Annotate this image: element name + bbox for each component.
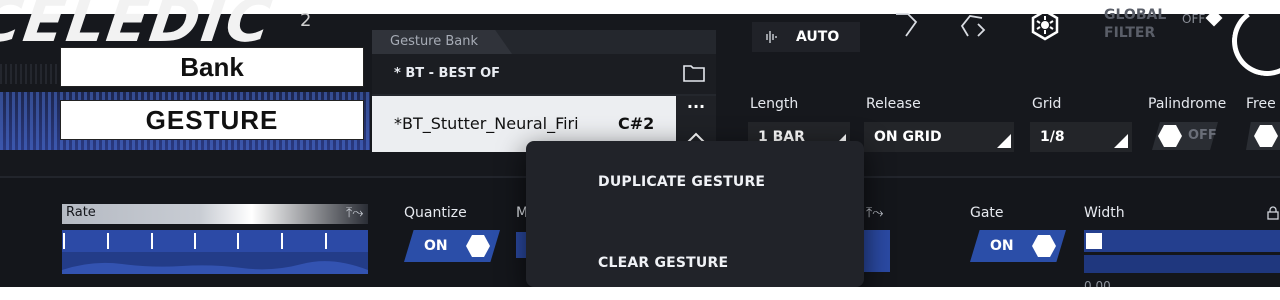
width-label: Width: [1084, 205, 1125, 221]
global-filter-state: OFF: [1182, 12, 1206, 26]
width-slider[interactable]: [1084, 230, 1280, 252]
settings-hex-icon[interactable]: [1028, 8, 1062, 42]
global-filter-line1: GLOBAL: [1104, 7, 1167, 23]
release-selector[interactable]: ON GRID: [864, 122, 1014, 152]
bottom-border: [0, 287, 1280, 300]
mod-slider-2[interactable]: [864, 230, 890, 272]
bank-selector-value: * BT - BEST OF: [394, 66, 501, 81]
quantize-state: ON: [424, 238, 448, 254]
clear-gesture-item[interactable]: CLEAR GESTURE: [598, 255, 728, 271]
release-value: ON GRID: [874, 129, 942, 145]
folder-icon[interactable]: [683, 64, 705, 82]
redo-icon[interactable]: [956, 8, 990, 42]
rate-slider[interactable]: [62, 204, 368, 224]
global-filter-label: GLOBAL FILTER: [1104, 6, 1166, 42]
rate-label: Rate: [66, 205, 96, 220]
rate-steps[interactable]: [62, 230, 368, 252]
lfo-wave: [62, 261, 368, 274]
palindrome-label: Palindrome: [1148, 96, 1227, 112]
rate-lfo-shape: [62, 252, 368, 274]
bank-selector[interactable]: * BT - BEST OF: [372, 54, 716, 94]
sync-icon-2[interactable]: ⤒⤳: [866, 205, 883, 221]
gesture-note: C#2: [618, 114, 655, 133]
palindrome-state: OFF: [1188, 128, 1217, 143]
bank-annotation-label: Bank: [60, 47, 364, 87]
grid-dropdown-icon: [1114, 134, 1128, 148]
gesture-more-button[interactable]: ···: [676, 96, 716, 124]
sync-icon[interactable]: ⤒⤳: [346, 205, 363, 221]
lock-icon[interactable]: [1266, 206, 1280, 220]
duplicate-gesture-item[interactable]: DUPLICATE GESTURE: [598, 174, 765, 190]
auto-button[interactable]: AUTO: [752, 22, 860, 52]
logo-superscript: 2: [300, 10, 312, 31]
gate-state: ON: [990, 238, 1014, 254]
gesture-context-menu: DUPLICATE GESTURE CLEAR GESTURE: [526, 141, 864, 287]
grid-label: Grid: [1032, 96, 1062, 112]
length-label: Length: [750, 96, 799, 112]
gesture-annotation-label: GESTURE: [60, 100, 364, 140]
mod-slider[interactable]: [516, 232, 526, 258]
undo-icon[interactable]: [888, 8, 922, 42]
width-lower-bar: [1084, 255, 1280, 273]
gate-label: Gate: [970, 205, 1004, 221]
rate-step-marks: [63, 233, 327, 249]
grid-value: 1/8: [1040, 129, 1065, 145]
quantize-label: Quantize: [404, 205, 467, 221]
release-label: Release: [866, 96, 921, 112]
more-icon: ···: [686, 97, 706, 116]
freeze-label: Free: [1246, 96, 1276, 112]
width-handle[interactable]: [1086, 233, 1102, 249]
waveform-icon: [766, 31, 777, 43]
gesture-bank-caption: Gesture Bank: [372, 30, 512, 54]
auto-label: AUTO: [796, 29, 840, 45]
release-dropdown-icon: [997, 134, 1011, 148]
global-filter-line2: FILTER: [1104, 25, 1156, 41]
gesture-name: *BT_Stutter_Neural_Firi: [394, 114, 579, 133]
dotted-texture: [0, 64, 60, 84]
